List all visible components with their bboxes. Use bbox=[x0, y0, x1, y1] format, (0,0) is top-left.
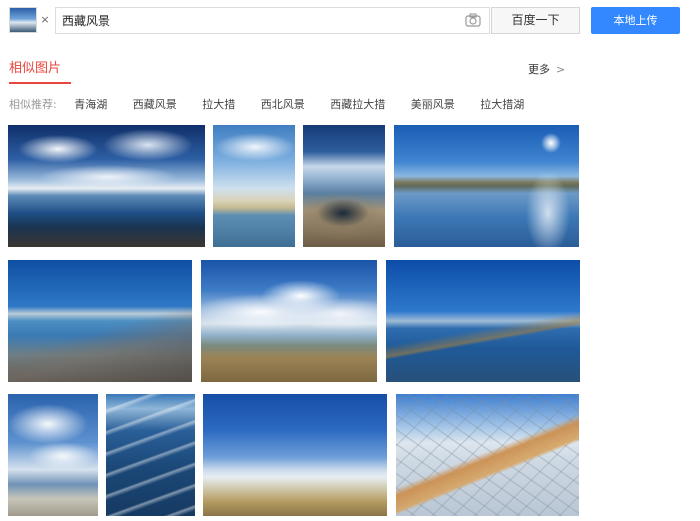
image-horizon-beach[interactable] bbox=[203, 394, 387, 516]
image-cloudy-plain[interactable] bbox=[201, 260, 377, 382]
similar-images-header: 相似图片 更多 > bbox=[0, 55, 700, 87]
image-sun-lake[interactable] bbox=[394, 125, 579, 247]
tag-item[interactable]: 美丽风景 bbox=[411, 98, 455, 111]
close-icon[interactable]: × bbox=[38, 9, 52, 31]
tag-item[interactable]: 拉大措 bbox=[202, 98, 235, 111]
upload-button[interactable]: 本地上传 bbox=[591, 7, 680, 34]
search-button[interactable]: 百度一下 bbox=[491, 7, 580, 34]
section-title-underline bbox=[9, 82, 71, 84]
image-cracked-salt-flat[interactable] bbox=[396, 394, 579, 516]
search-input[interactable] bbox=[62, 8, 452, 33]
image-sky-clouds-portrait[interactable] bbox=[8, 394, 98, 516]
related-tags: 相似推荐: 青海湖 西藏风景 拉大措 西北风景 西藏拉大措 美丽风景 拉大措湖 bbox=[9, 96, 546, 114]
image-wave-water-portrait[interactable] bbox=[106, 394, 195, 516]
tag-item[interactable]: 青海湖 bbox=[74, 98, 107, 111]
more-label: 更多 bbox=[528, 63, 550, 76]
more-link[interactable]: 更多 > bbox=[528, 62, 565, 78]
image-lake-clouds-wide[interactable] bbox=[8, 125, 205, 247]
tag-item[interactable]: 西藏拉大措 bbox=[330, 98, 385, 111]
image-mud-rock-tall[interactable] bbox=[303, 125, 385, 247]
tag-item[interactable]: 西藏风景 bbox=[133, 98, 177, 111]
image-blue-shore[interactable] bbox=[8, 260, 192, 382]
search-bar: × 百度一下 本地上传 bbox=[0, 0, 700, 46]
query-image-thumbnail[interactable] bbox=[9, 7, 37, 33]
tag-item[interactable]: 拉大措湖 bbox=[480, 98, 524, 111]
search-box bbox=[55, 7, 490, 34]
chevron-right-icon: > bbox=[556, 63, 566, 76]
image-blue-lake-field[interactable] bbox=[386, 260, 580, 382]
section-title[interactable]: 相似图片 bbox=[9, 59, 61, 79]
tag-item[interactable]: 西北风景 bbox=[261, 98, 305, 111]
related-tags-label: 相似推荐: bbox=[9, 98, 57, 111]
camera-icon[interactable] bbox=[465, 13, 481, 27]
image-lake-shore-tall[interactable] bbox=[213, 125, 295, 247]
